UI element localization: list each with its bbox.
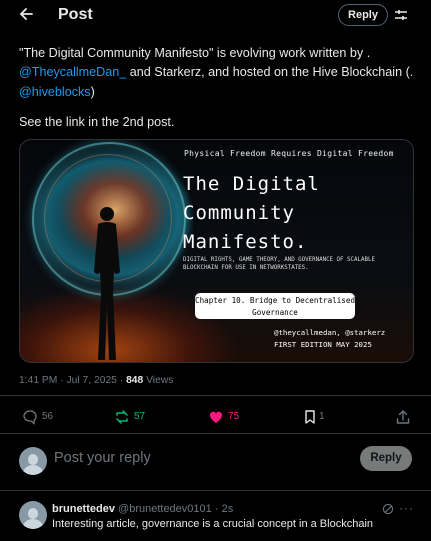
divider — [0, 395, 431, 396]
post-date[interactable]: Jul 7, 2025 — [67, 375, 117, 386]
mention-link[interactable]: @hiveblocks — [19, 85, 91, 99]
arrow-left-icon[interactable] — [18, 6, 34, 28]
post-text-paragraph: See the link in the 2nd post. — [19, 115, 175, 129]
image-title-line: The Digital — [183, 173, 320, 195]
views-count: 848 — [126, 375, 144, 386]
post-text: "The Digital Community Manifesto" is evo… — [19, 44, 415, 102]
image-tagline: Physical Freedom Requires Digital Freedo… — [184, 149, 394, 158]
comment-dot: · — [214, 503, 219, 515]
image-edition: FIRST EDITION MAY 2025 — [274, 340, 372, 349]
bookmark-count: 1 — [319, 411, 325, 422]
more-icon[interactable]: ··· — [399, 501, 414, 515]
comment-author-name[interactable]: brunettedev — [52, 503, 115, 515]
post-text-part: "The Digital Community Manifesto" is evo… — [19, 46, 371, 60]
repost-count: 57 — [134, 411, 146, 422]
image-title-line: Community — [183, 202, 295, 224]
reply-count: 56 — [42, 411, 54, 422]
meta-separator: · — [57, 375, 67, 386]
chapter-label: Chapter 10. Bridge to Decentralised Gove… — [195, 293, 355, 319]
post-meta: 1:41 PM · Jul 7, 2025 · 848 Views — [19, 375, 173, 386]
post-time[interactable]: 1:41 PM — [19, 375, 57, 386]
reply-sort-button[interactable]: Reply — [338, 4, 388, 26]
chapter-line: Governance — [252, 308, 298, 317]
image-authors: @theycallmedan, @starkerz — [274, 328, 386, 337]
like-count: 75 — [228, 411, 240, 422]
comment-time[interactable]: 2s — [222, 503, 234, 515]
divider — [0, 490, 431, 491]
avatar[interactable] — [19, 501, 47, 529]
image-title: The Digital Community Manifesto. — [183, 170, 320, 257]
views-label: Views — [146, 375, 174, 386]
silhouette-figure — [94, 207, 120, 360]
mention-link[interactable]: @TheycallmeDan_ — [19, 65, 126, 79]
reply-button[interactable]: Reply — [360, 446, 412, 471]
grok-icon[interactable] — [382, 503, 394, 515]
chapter-line: Chapter 10. Bridge to Decentralised — [195, 296, 356, 305]
avatar[interactable] — [19, 447, 47, 475]
post-text-part: and Starkerz, and hosted on the Hive Blo… — [126, 65, 414, 80]
repost-icon — [116, 410, 128, 424]
share-icon — [396, 410, 410, 424]
comment-icon — [23, 410, 37, 425]
reply-input[interactable]: Post your reply — [54, 450, 151, 466]
image-subtitle: DIGITAL RIGHTS, GAME THEORY, AND GOVERNA… — [183, 257, 375, 271]
top-bar: Post Reply — [0, 0, 431, 32]
divider — [0, 433, 431, 434]
page-title: Post — [58, 6, 93, 23]
meta-separator: · — [116, 375, 127, 386]
comment-text: Interesting article, governance is a cru… — [52, 518, 374, 530]
heart-icon — [209, 411, 223, 423]
post-image[interactable]: Physical Freedom Requires Digital Freedo… — [19, 139, 414, 363]
comment-author-handle[interactable]: @brunettedev0101 — [118, 503, 212, 515]
comment-header: brunettedev @brunettedev0101 · 2s — [52, 503, 233, 515]
post-text-part: ) — [90, 84, 95, 99]
bookmark-icon — [305, 410, 315, 424]
sliders-icon[interactable] — [394, 8, 408, 22]
image-title-line: Manifesto. — [183, 231, 308, 253]
